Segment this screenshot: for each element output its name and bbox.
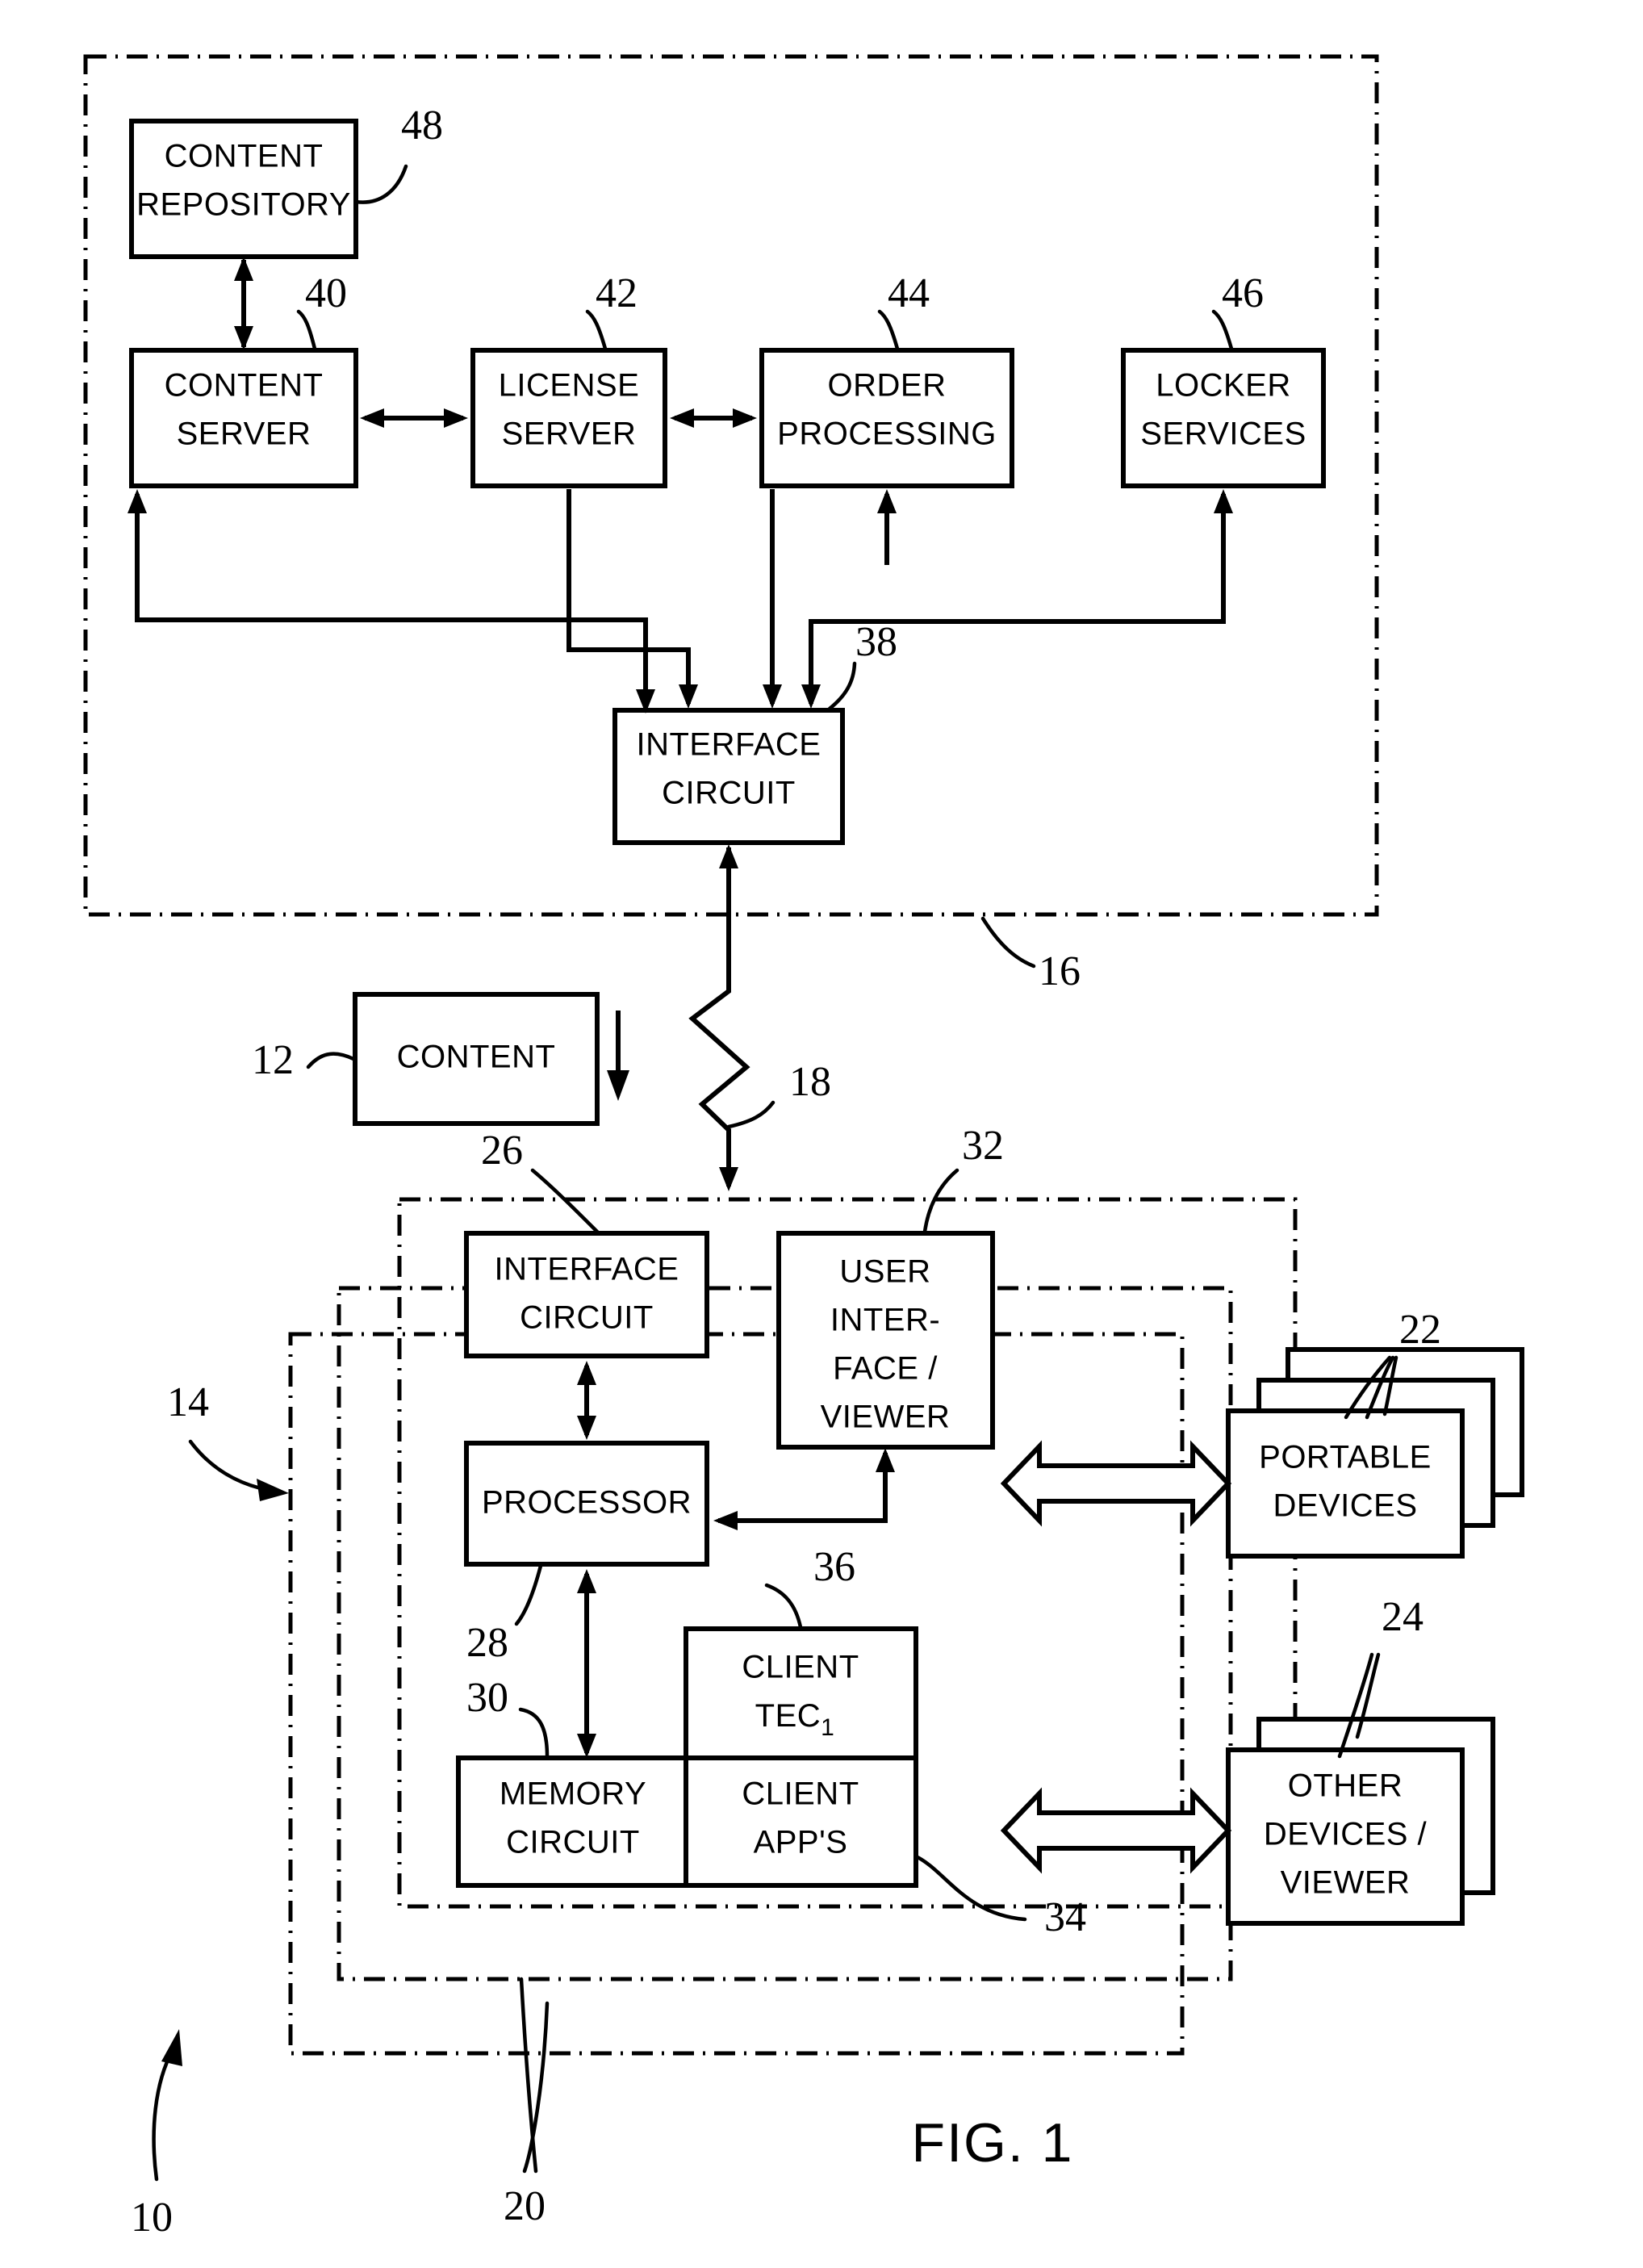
ref-32: 32 <box>962 1123 1004 1169</box>
content-block-box: CONTENT <box>353 992 600 1126</box>
ref-48-leader: 48 <box>353 103 443 204</box>
ref-20-leader: 20 <box>504 1977 550 2229</box>
network-link <box>688 844 750 1191</box>
license-server-box: LICENSE SERVER <box>470 348 667 488</box>
ref-26-leader: 26 <box>481 1128 600 1234</box>
other-devices-label-line3: VIEWER <box>1281 1865 1411 1901</box>
ref-10-leader: 10 <box>131 2029 182 2241</box>
ref-24: 24 <box>1382 1594 1424 1640</box>
content-repository-box: CONTENT REPOSITORY <box>129 119 358 259</box>
uiv-label-line4: VIEWER <box>821 1400 951 1435</box>
other-devices-connector <box>1000 1787 1232 1874</box>
license-order-link <box>670 408 757 428</box>
memory-circuit-label-line1: MEMORY <box>500 1776 646 1812</box>
ref-16: 16 <box>1039 948 1081 994</box>
ref-16-leader: 16 <box>980 916 1081 994</box>
content-server-box: CONTENT SERVER <box>129 348 358 488</box>
ref-28: 28 <box>466 1620 508 1666</box>
ref-46: 46 <box>1222 270 1264 316</box>
ref-46-leader: 46 <box>1211 270 1264 351</box>
client-apps-label-line2: APP'S <box>754 1825 848 1860</box>
figure-caption: FIG. 1 <box>912 2112 1074 2174</box>
server-interface-label-line1: INTERFACE <box>637 727 822 763</box>
order-processing-label-line1: ORDER <box>828 368 947 404</box>
other-devices-stack: OTHER DEVICES / VIEWER <box>1226 1717 1495 1926</box>
ref-14: 14 <box>167 1379 209 1425</box>
processor-label: PROCESSOR <box>482 1485 692 1521</box>
ref-30: 30 <box>466 1675 508 1721</box>
client-interface-label-line1: INTERFACE <box>495 1252 679 1287</box>
portable-devices-stack: PORTABLE DEVICES <box>1226 1347 1524 1559</box>
content-block-label: CONTENT <box>397 1040 556 1075</box>
locker-services-box: LOCKER SERVICES <box>1121 348 1326 488</box>
client-interface-label-line2: CIRCUIT <box>520 1300 654 1336</box>
ref-44-leader: 44 <box>877 270 930 351</box>
ref-30-leader: 30 <box>466 1675 550 1759</box>
order-processing-label-line2: PROCESSING <box>777 416 997 452</box>
portable-devices-connector <box>1000 1440 1232 1527</box>
client-tec-box: CLIENT TEC1 <box>684 1626 918 1760</box>
portable-devices-label-line2: DEVICES <box>1273 1488 1417 1524</box>
ref-34-leader: 34 <box>913 1854 1086 1940</box>
content-server-label-line2: SERVER <box>177 416 311 452</box>
client-tec-label-line1: CLIENT <box>742 1650 859 1685</box>
viewer-processor-path <box>713 1448 895 1530</box>
other-devices-label-line1: OTHER <box>1288 1768 1403 1804</box>
ref-36: 36 <box>813 1544 855 1590</box>
locker-services-label-line2: SERVICES <box>1140 416 1306 452</box>
order-processing-box: ORDER PROCESSING <box>759 348 1014 488</box>
ref-40: 40 <box>305 270 347 316</box>
content-license-link <box>360 408 468 428</box>
ref-12: 12 <box>252 1037 294 1083</box>
ref-34: 34 <box>1044 1894 1086 1940</box>
interface-processor-link <box>577 1361 596 1440</box>
content-server-label-line1: CONTENT <box>165 368 324 404</box>
client-interface-circuit-box: INTERFACE CIRCUIT <box>464 1231 709 1358</box>
content-repository-label-line1: CONTENT <box>165 139 324 174</box>
ref-38-leader: 38 <box>827 619 897 711</box>
order-to-interface-path <box>763 489 782 709</box>
client-apps-box: CLIENT APP'S <box>684 1755 918 1888</box>
memory-circuit-label-line2: CIRCUIT <box>506 1825 640 1860</box>
ref-22: 22 <box>1399 1307 1441 1353</box>
interface-to-locker-path <box>801 489 1233 709</box>
ref-42-leader: 42 <box>585 270 638 351</box>
license-server-label-line1: LICENSE <box>499 368 640 404</box>
server-interface-label-line2: CIRCUIT <box>662 776 796 811</box>
repository-content-server-link <box>234 257 253 350</box>
content-repository-label-line2: REPOSITORY <box>136 187 351 223</box>
processor-memory-link <box>577 1569 596 1758</box>
processor-box: PROCESSOR <box>464 1441 709 1567</box>
content-download-arrow <box>607 1011 629 1101</box>
license-to-interface-path <box>566 489 698 709</box>
ref-48: 48 <box>401 103 443 149</box>
ref-32-leader: 32 <box>922 1123 1004 1234</box>
ref-38: 38 <box>855 619 897 665</box>
ref-18: 18 <box>789 1059 831 1105</box>
uiv-label-line3: FACE / <box>833 1351 938 1387</box>
ref-42: 42 <box>596 270 638 316</box>
ref-12-leader: 12 <box>252 1037 356 1083</box>
client-apps-label-line1: CLIENT <box>742 1776 859 1812</box>
ref-40-leader: 40 <box>296 270 347 351</box>
ref-28-leader: 28 <box>466 1563 543 1666</box>
patent-figure-1: CONTENT REPOSITORY 48 CONTENT SERVER 40 … <box>0 0 1643 2268</box>
other-devices-label-line2: DEVICES / <box>1264 1817 1428 1852</box>
ref-26: 26 <box>481 1128 523 1174</box>
interface-to-order-path <box>877 489 897 565</box>
ref-10: 10 <box>131 2195 173 2241</box>
ref-14-leader: 14 <box>167 1379 289 1501</box>
ref-36-leader: 36 <box>764 1544 855 1630</box>
server-interface-circuit-box: INTERFACE CIRCUIT <box>612 708 845 845</box>
locker-services-label-line1: LOCKER <box>1156 368 1291 404</box>
ref-44: 44 <box>888 270 930 316</box>
portable-devices-label-line1: PORTABLE <box>1259 1440 1432 1475</box>
memory-circuit-box: MEMORY CIRCUIT <box>456 1755 691 1888</box>
ref-20: 20 <box>504 2183 546 2229</box>
interface-to-content-server-path <box>128 489 655 713</box>
uiv-label-line2: INTER- <box>830 1303 940 1338</box>
user-interface-viewer-box: USER INTER- FACE / VIEWER <box>776 1231 995 1450</box>
uiv-label-line1: USER <box>839 1254 930 1290</box>
license-server-label-line2: SERVER <box>502 416 637 452</box>
